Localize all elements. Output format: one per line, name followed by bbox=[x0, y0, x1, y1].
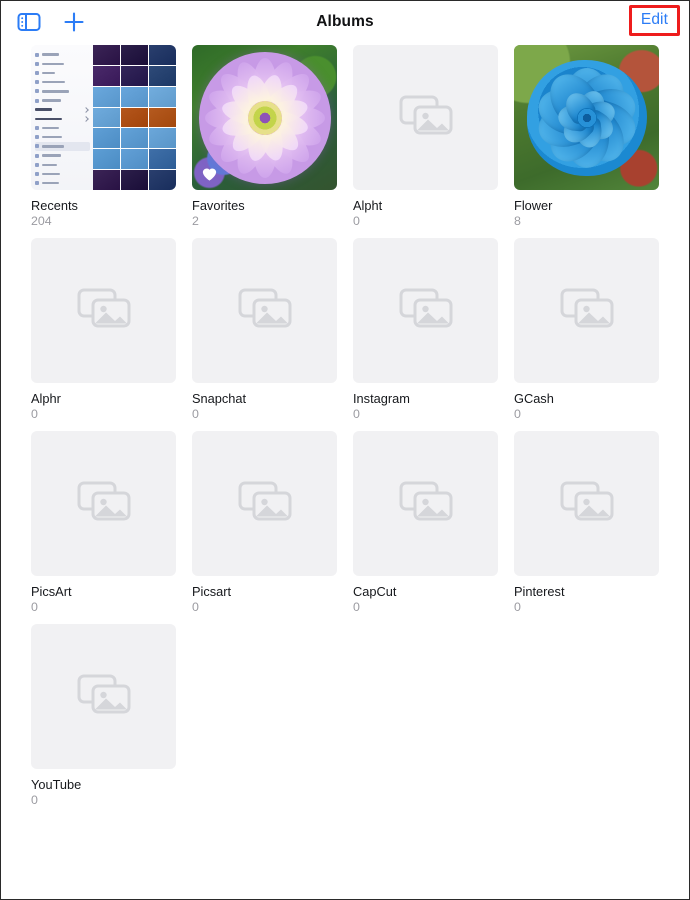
heart-icon bbox=[200, 164, 219, 183]
album-thumbnail[interactable] bbox=[192, 45, 337, 190]
album-count: 0 bbox=[514, 407, 521, 421]
album-name: Pinterest bbox=[514, 584, 565, 599]
album-thumbnail[interactable] bbox=[514, 45, 659, 190]
album-thumbnail[interactable] bbox=[31, 238, 176, 383]
albums-screen: Albums Edit Recents 204 Favorites 2 Alpht 0 Fl… bbox=[0, 0, 690, 900]
photo-stack-icon bbox=[77, 286, 131, 335]
album-count: 8 bbox=[514, 214, 521, 228]
album-tile[interactable]: Pinterest 0 bbox=[514, 431, 659, 615]
album-count: 0 bbox=[353, 214, 360, 228]
recents-screenshot-art bbox=[31, 45, 176, 190]
sidebar-toggle-icon[interactable] bbox=[17, 12, 41, 32]
album-count: 0 bbox=[514, 600, 521, 614]
album-tile[interactable]: Alphr 0 bbox=[31, 238, 176, 422]
album-thumbnail[interactable] bbox=[31, 624, 176, 769]
album-name: Snapchat bbox=[192, 391, 247, 406]
blue-rose-photo-art bbox=[514, 45, 659, 190]
album-thumbnail[interactable] bbox=[353, 45, 498, 190]
plus-icon[interactable] bbox=[63, 11, 85, 33]
album-name: PicsArt bbox=[31, 584, 72, 599]
album-name: Flower bbox=[514, 198, 553, 213]
album-thumbnail[interactable] bbox=[31, 431, 176, 576]
navigation-bar: Albums Edit bbox=[1, 1, 689, 43]
album-tile[interactable]: Favorites 2 bbox=[192, 45, 337, 229]
album-name: Instagram bbox=[353, 391, 410, 406]
album-name: Alpht bbox=[353, 198, 383, 213]
album-count: 0 bbox=[31, 407, 38, 421]
navbar-left-controls bbox=[17, 11, 85, 33]
album-tile[interactable]: Picsart 0 bbox=[192, 431, 337, 615]
edit-button-highlight: Edit bbox=[628, 5, 680, 36]
album-name: Alphr bbox=[31, 391, 61, 406]
album-thumbnail[interactable] bbox=[353, 238, 498, 383]
album-name: Recents bbox=[31, 198, 78, 213]
album-name: YouTube bbox=[31, 777, 82, 792]
album-tile[interactable]: GCash 0 bbox=[514, 238, 659, 422]
photo-stack-icon bbox=[399, 479, 453, 528]
album-count: 0 bbox=[31, 793, 38, 807]
album-thumbnail[interactable] bbox=[514, 238, 659, 383]
album-count: 0 bbox=[353, 600, 360, 614]
photo-stack-icon bbox=[560, 286, 614, 335]
album-thumbnail[interactable] bbox=[192, 431, 337, 576]
album-tile[interactable]: Instagram 0 bbox=[353, 238, 498, 422]
photo-stack-icon bbox=[77, 479, 131, 528]
album-name: Picsart bbox=[192, 584, 232, 599]
album-tile[interactable]: Recents 204 bbox=[31, 45, 176, 229]
photo-stack-icon bbox=[238, 286, 292, 335]
photo-stack-icon bbox=[77, 672, 131, 721]
album-count: 2 bbox=[192, 214, 199, 228]
album-tile[interactable]: Snapchat 0 bbox=[192, 238, 337, 422]
album-thumbnail[interactable] bbox=[514, 431, 659, 576]
page-title: Albums bbox=[316, 13, 374, 30]
albums-grid: Recents 204 Favorites 2 Alpht 0 Flower 8 Alphr 0 S… bbox=[31, 43, 689, 808]
album-thumbnail[interactable] bbox=[192, 238, 337, 383]
edit-button[interactable]: Edit bbox=[641, 11, 668, 28]
album-thumbnail[interactable] bbox=[353, 431, 498, 576]
album-count: 0 bbox=[353, 407, 360, 421]
album-thumbnail[interactable] bbox=[31, 45, 176, 190]
photo-stack-icon bbox=[399, 286, 453, 335]
album-tile[interactable]: PicsArt 0 bbox=[31, 431, 176, 615]
photo-stack-icon bbox=[399, 93, 453, 142]
album-count: 0 bbox=[192, 407, 199, 421]
album-tile[interactable]: Alpht 0 bbox=[353, 45, 498, 229]
photo-stack-icon bbox=[560, 479, 614, 528]
album-tile[interactable]: CapCut 0 bbox=[353, 431, 498, 615]
photo-stack-icon bbox=[238, 479, 292, 528]
album-tile[interactable]: Flower 8 bbox=[514, 45, 659, 229]
album-count: 204 bbox=[31, 214, 52, 228]
album-name: GCash bbox=[514, 391, 554, 406]
album-tile[interactable]: YouTube 0 bbox=[31, 624, 176, 808]
album-name: Favorites bbox=[192, 198, 245, 213]
album-count: 0 bbox=[192, 600, 199, 614]
album-name: CapCut bbox=[353, 584, 397, 599]
album-count: 0 bbox=[31, 600, 38, 614]
